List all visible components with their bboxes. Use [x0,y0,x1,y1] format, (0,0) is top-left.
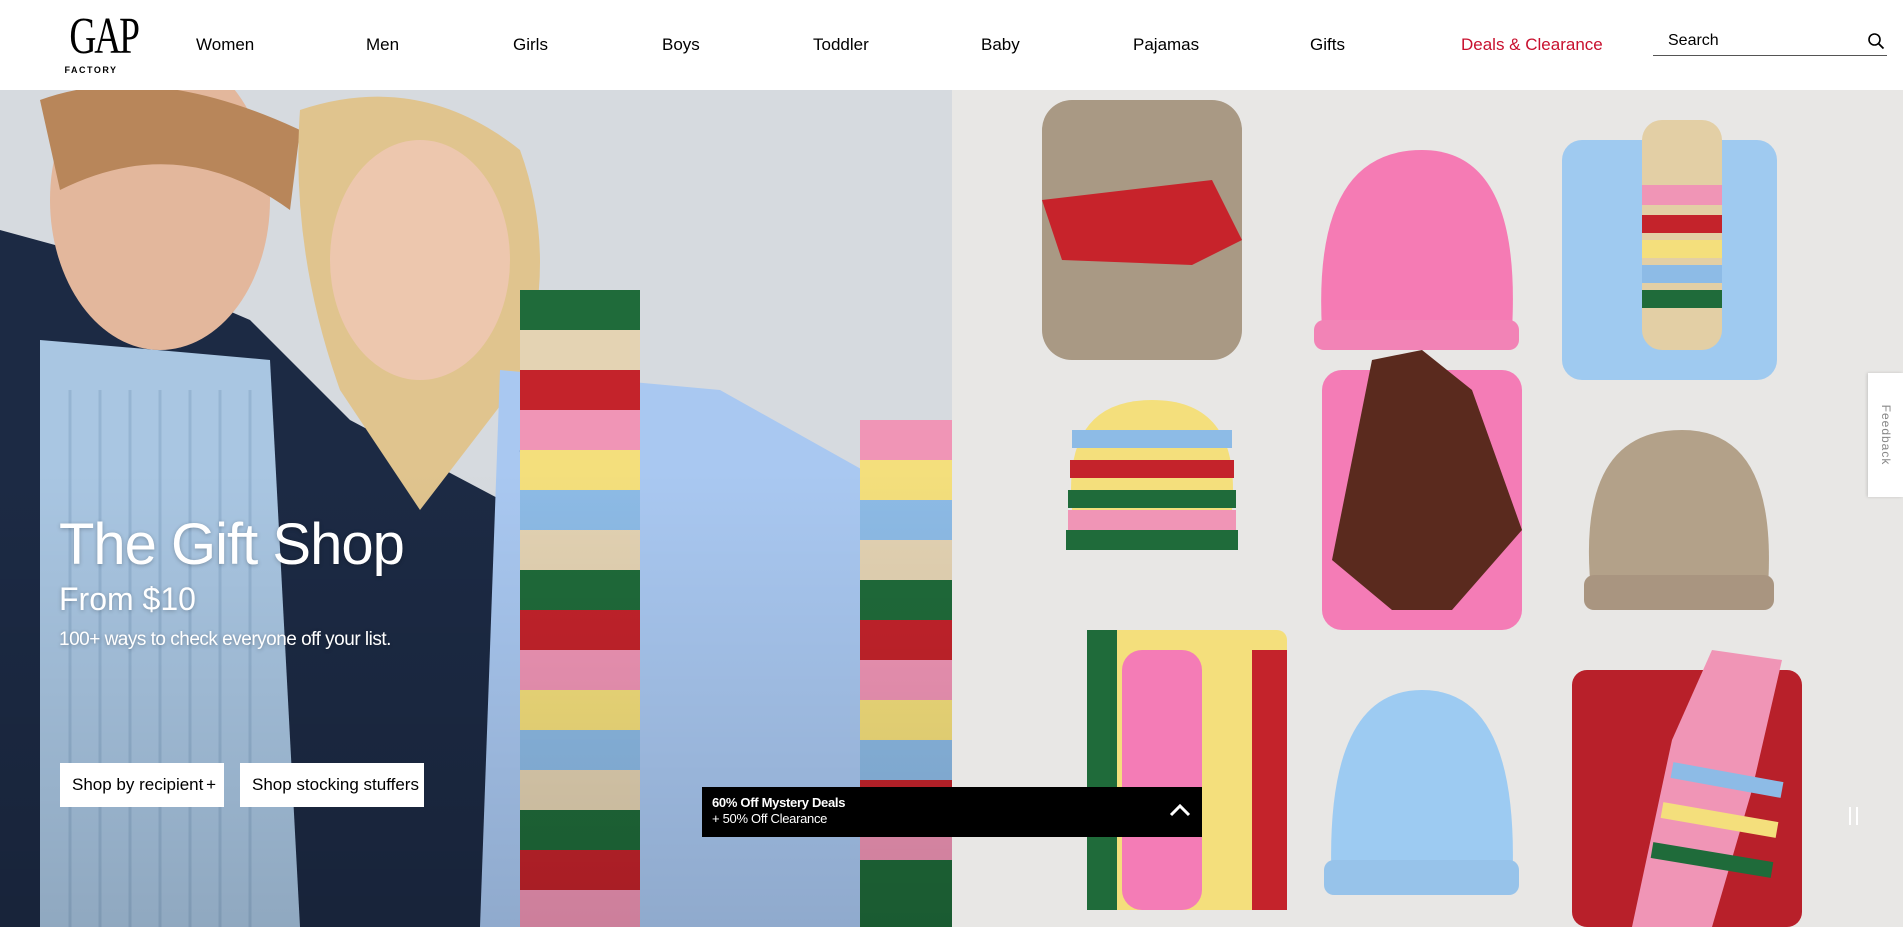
logo-subtext: FACTORY [64,65,118,75]
site-header: GAP FACTORY Women Men Girls Boys Toddler… [0,0,1903,90]
promo-line-1: 60% Off Mystery Deals [712,795,846,810]
promo-line-2: + 50% Off Clearance [712,811,828,826]
chevron-up-icon[interactable] [1168,799,1192,823]
shop-by-recipient-button[interactable]: Shop by recipient + [60,763,224,807]
promo-drawer[interactable]: 60% Off Mystery Deals + 50% Off Clearanc… [702,787,1202,837]
main-nav: Women Men Girls Boys Toddler Baby Pajama… [0,34,1903,56]
nav-women[interactable]: Women [196,34,254,56]
search-input[interactable] [1668,30,1848,52]
nav-toddler[interactable]: Toddler [813,34,869,56]
feedback-tab[interactable]: Feedback [1868,373,1903,497]
nav-gifts[interactable]: Gifts [1310,34,1345,56]
nav-pajamas[interactable]: Pajamas [1133,34,1199,56]
hero-subtitle: From $10 [59,581,196,617]
plus-icon: + [206,775,216,794]
search-box [1653,28,1887,56]
hero-description: 100+ ways to check everyone off your lis… [59,629,391,650]
nav-baby[interactable]: Baby [981,34,1020,56]
nav-boys[interactable]: Boys [662,34,700,56]
search-icon[interactable] [1867,32,1885,50]
nav-men[interactable]: Men [366,34,399,56]
feedback-label: Feedback [1878,404,1893,466]
hero-title: The Gift Shop [59,512,405,577]
pause-icon[interactable] [1847,807,1861,825]
nav-girls[interactable]: Girls [513,34,548,56]
shop-by-recipient-label: Shop by recipient [72,775,204,794]
shop-stocking-stuffers-label: Shop stocking stuffers [252,775,419,794]
nav-deals-clearance[interactable]: Deals & Clearance [1461,34,1603,56]
shop-stocking-stuffers-button[interactable]: Shop stocking stuffers [240,763,424,807]
